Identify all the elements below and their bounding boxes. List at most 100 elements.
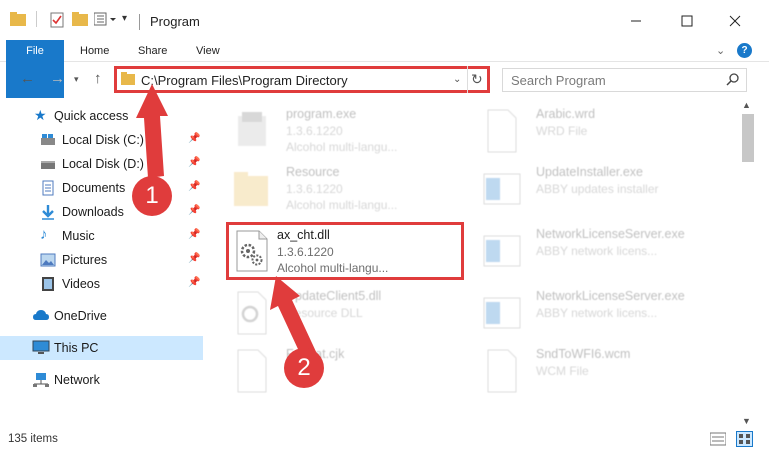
maximize-button[interactable]	[672, 8, 702, 36]
file-item-ax-cht-dll[interactable]: ax_cht.dll 1.3.6.1220 Alcohol multi-lang…	[226, 222, 464, 280]
sidebar-item-local-disk-c[interactable]: Local Disk (C:) 📌	[0, 128, 203, 152]
drive-icon	[40, 132, 56, 148]
tab-share[interactable]: Share	[124, 40, 181, 62]
folder-icon	[10, 12, 26, 29]
sidebar-item-downloads[interactable]: Downloads 📌	[0, 200, 203, 224]
recent-locations-dropdown-icon[interactable]: ▾	[74, 74, 79, 85]
refresh-icon[interactable]: ↻	[471, 71, 483, 88]
file-description: Resource DLL	[286, 306, 363, 320]
pin-icon[interactable]: 📌	[188, 277, 200, 288]
file-item[interactable]: UpdateInstaller.exe ABBY updates install…	[474, 160, 724, 218]
scroll-up-icon[interactable]: ▲	[742, 100, 751, 110]
sidebar-item-quick-access[interactable]: ★ Quick access	[0, 104, 203, 128]
pin-icon[interactable]: 📌	[188, 253, 200, 264]
music-icon: ♪	[40, 226, 48, 243]
folder-icon	[232, 166, 272, 212]
sidebar-item-label: Network	[54, 373, 100, 387]
app-icon	[482, 290, 522, 336]
file-item[interactable]: NetworkLicenseServer.exe ABBY network li…	[474, 284, 724, 342]
pictures-icon	[40, 252, 56, 268]
scrollbar-thumb[interactable]	[742, 114, 754, 162]
close-button[interactable]	[720, 8, 750, 36]
file-explorer-window: ▾ Program File Home Share View ⌄ ? ← → ▾…	[0, 0, 769, 467]
sidebar-item-network[interactable]: Network	[0, 368, 203, 392]
file-item[interactable]: SndToWFI6.wcm WCM File	[474, 342, 724, 400]
file-item[interactable]: program.exe 1.3.6.1220 Alcohol multi-lan…	[224, 102, 474, 160]
tab-view[interactable]: View	[182, 40, 234, 62]
divider	[467, 66, 468, 93]
pin-icon[interactable]: 📌	[188, 181, 200, 192]
sidebar-item-music[interactable]: ♪ Music 📌	[0, 224, 203, 248]
file-item[interactable]: Format.cjk	[224, 342, 474, 400]
sidebar-item-documents[interactable]: Documents 📌	[0, 176, 203, 200]
sidebar-item-label: Pictures	[62, 253, 108, 267]
sidebar-item-local-disk-d[interactable]: Local Disk (D:) 📌	[0, 152, 203, 176]
forward-arrow-icon[interactable]: →	[50, 70, 65, 87]
network-icon	[32, 372, 49, 388]
expand-ribbon-icon[interactable]: ⌄	[716, 44, 725, 57]
blank-file-icon	[232, 348, 272, 394]
file-type: WCM File	[536, 364, 589, 378]
scroll-down-icon[interactable]: ▼	[742, 416, 751, 426]
downloads-icon	[40, 204, 56, 220]
vertical-scrollbar[interactable]: ▲ ▼	[740, 98, 754, 428]
large-icons-view-icon[interactable]	[736, 431, 753, 447]
file-item[interactable]: UpdateClient5.dll Resource DLL	[224, 284, 474, 342]
folder-icon	[121, 72, 135, 89]
minimize-button[interactable]	[621, 8, 651, 36]
videos-icon	[40, 276, 56, 292]
new-folder-icon[interactable]	[72, 12, 88, 29]
navigation-bar: ← → ▾ ↑ C:\Program Files\Program Directo…	[0, 62, 769, 96]
sidebar-item-label: Videos	[62, 277, 100, 291]
search-icon	[726, 72, 740, 89]
address-bar[interactable]: C:\Program Files\Program Directory ⌄ ↻	[114, 66, 490, 93]
file-type: WRD File	[536, 124, 588, 138]
file-description: ABBY network licens...	[536, 306, 658, 320]
tab-home[interactable]: Home	[66, 40, 123, 62]
maximize-icon	[681, 15, 693, 30]
sidebar-item-label: Downloads	[62, 205, 124, 219]
step-2-badge: 2	[284, 348, 324, 388]
pin-icon[interactable]: 📌	[188, 229, 200, 240]
quick-access-toolbar-dropdown-icon[interactable]: ▾	[122, 13, 127, 24]
ribbon-tabs: File Home Share View ⌄ ?	[0, 40, 769, 98]
address-dropdown-icon[interactable]: ⌄	[453, 74, 461, 85]
item-count: 135 items	[8, 433, 58, 445]
app-icon	[482, 228, 522, 274]
drive-icon	[40, 156, 56, 172]
title-bar: ▾ Program	[0, 0, 769, 40]
sidebar-item-this-pc[interactable]: This PC	[0, 336, 203, 360]
sidebar-item-pictures[interactable]: Pictures 📌	[0, 248, 203, 272]
sidebar-item-videos[interactable]: Videos 📌	[0, 272, 203, 296]
view-options-icon[interactable]	[93, 12, 118, 29]
file-name: Arabic.wrd	[536, 107, 596, 121]
star-icon: ★	[34, 107, 47, 123]
pin-icon[interactable]: 📌	[188, 157, 200, 168]
search-input[interactable]: Search Program	[502, 68, 747, 92]
pin-icon[interactable]: 📌	[188, 205, 200, 216]
file-name: UpdateInstaller.exe	[536, 165, 644, 179]
help-icon[interactable]: ?	[737, 43, 752, 58]
file-name: SndToWFI6.wcm	[536, 347, 631, 361]
minimize-icon	[630, 15, 642, 30]
file-item[interactable]: NetworkLicenseServer.exe ABBY network li…	[474, 222, 724, 280]
file-name: NetworkLicenseServer.exe	[536, 227, 685, 241]
address-path: C:\Program Files\Program Directory	[141, 73, 348, 88]
status-bar: 135 items	[0, 428, 769, 450]
back-arrow-icon[interactable]: ←	[20, 70, 35, 87]
app-icon	[482, 166, 522, 212]
file-description: Alcohol multi-langu...	[286, 198, 398, 212]
up-arrow-icon[interactable]: ↑	[94, 70, 102, 87]
file-item[interactable]: Resource 1.3.6.1220 Alcohol multi-langu.…	[224, 160, 474, 218]
file-item[interactable]: Arabic.wrd WRD File	[474, 102, 724, 160]
file-description: ABBY network licens...	[536, 244, 658, 258]
properties-icon[interactable]	[50, 12, 64, 31]
sidebar-item-label: Documents	[62, 181, 126, 195]
file-name: program.exe	[286, 107, 357, 121]
pin-icon[interactable]: 📌	[188, 133, 200, 144]
details-view-icon[interactable]	[709, 432, 727, 449]
blank-file-icon	[482, 108, 522, 154]
sidebar-item-label: Local Disk (C:)	[62, 133, 144, 147]
file-name: ax_cht.dll	[277, 228, 330, 242]
sidebar-item-onedrive[interactable]: OneDrive	[0, 304, 203, 328]
